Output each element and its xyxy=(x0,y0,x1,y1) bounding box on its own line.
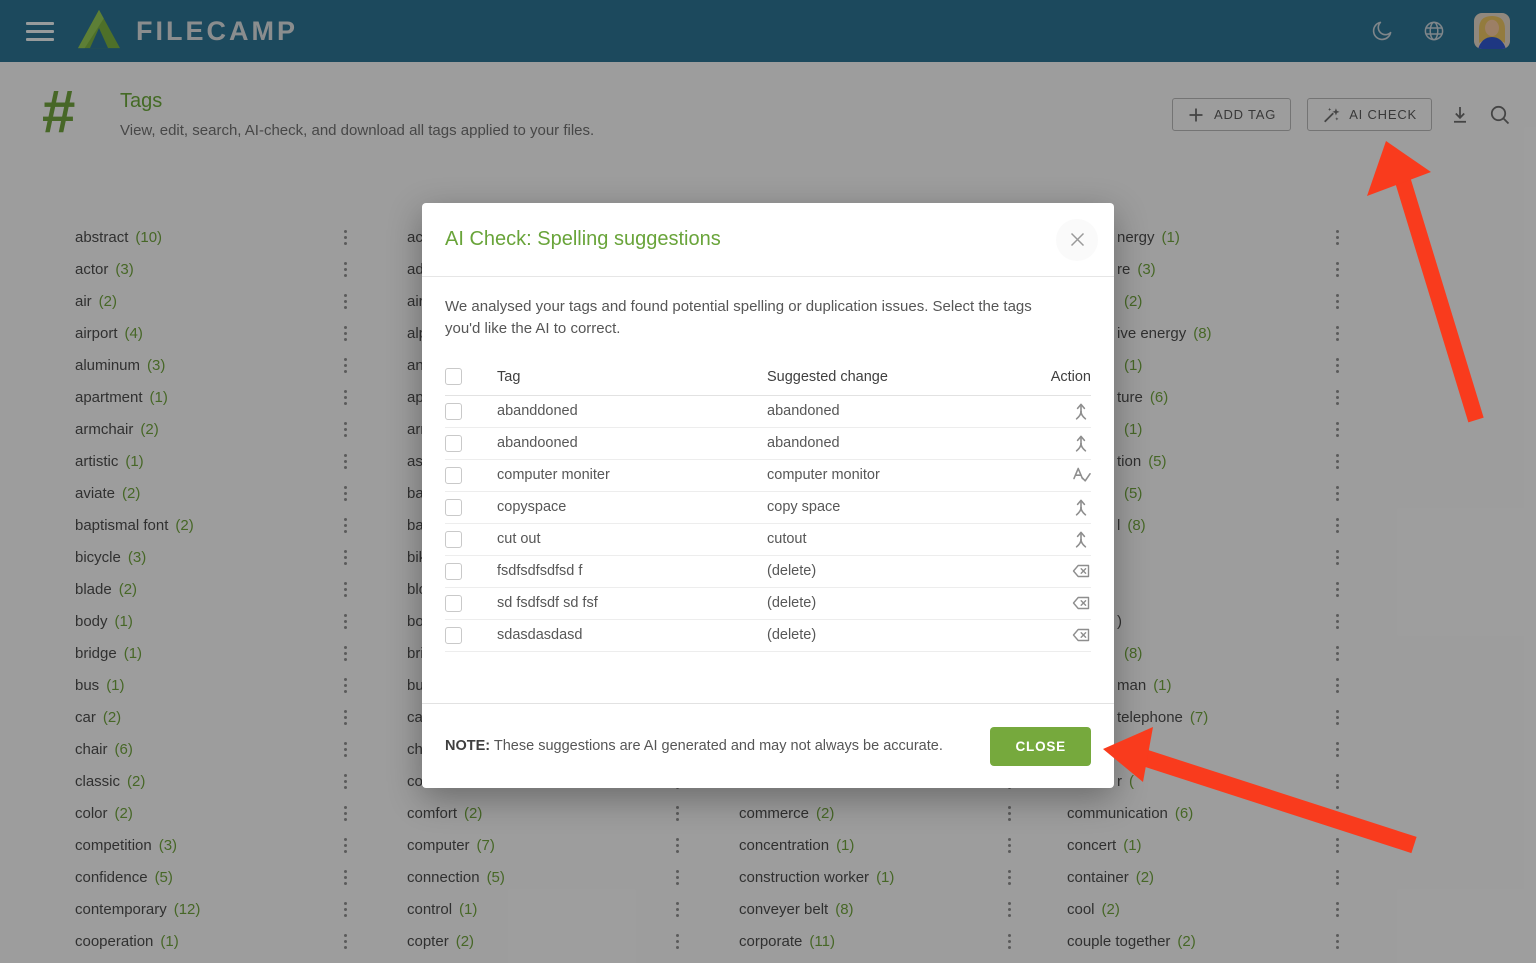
merge-icon[interactable] xyxy=(1051,497,1091,517)
suggestion-tag: sd fsdfsdf sd fsf xyxy=(497,595,767,611)
merge-icon[interactable] xyxy=(1051,401,1091,421)
close-button[interactable]: CLOSE xyxy=(990,727,1091,766)
suggestion-change: abandoned xyxy=(767,403,1051,419)
suggestion-tag: abandooned xyxy=(497,435,767,451)
modal-footer: NOTE: These suggestions are AI generated… xyxy=(422,703,1114,788)
suggestion-change: copy space xyxy=(767,499,1051,515)
backspace-icon[interactable] xyxy=(1051,561,1091,581)
suggestions-body: abanddoned abandoned abandooned abandone… xyxy=(445,396,1091,652)
modal-header: AI Check: Spelling suggestions xyxy=(422,203,1114,277)
suggestion-row: abanddoned abandoned xyxy=(445,396,1091,428)
row-checkbox[interactable] xyxy=(445,563,462,580)
suggestion-row: sd fsdfsdf sd fsf (delete) xyxy=(445,588,1091,620)
suggestion-change: (delete) xyxy=(767,563,1051,579)
suggestion-change: abandoned xyxy=(767,435,1051,451)
spellcheck-icon[interactable] xyxy=(1051,465,1091,485)
suggestion-tag: fsdfsdfsdfsd f xyxy=(497,563,767,579)
suggestions-table: Tag Suggested change Action abanddoned a… xyxy=(445,359,1091,652)
footer-note: NOTE: These suggestions are AI generated… xyxy=(445,738,943,754)
merge-icon[interactable] xyxy=(1051,433,1091,453)
row-checkbox[interactable] xyxy=(445,499,462,516)
row-checkbox[interactable] xyxy=(445,595,462,612)
column-header-tag: Tag xyxy=(497,369,767,385)
suggestion-row: copyspace copy space xyxy=(445,492,1091,524)
suggestion-row: cut out cutout xyxy=(445,524,1091,556)
ai-check-modal: AI Check: Spelling suggestions We analys… xyxy=(422,203,1114,788)
close-x-icon[interactable] xyxy=(1056,219,1098,261)
modal-description: We analysed your tags and found potentia… xyxy=(422,277,1094,344)
suggestion-change: computer monitor xyxy=(767,467,1051,483)
suggestion-row: sdasdasdasd (delete) xyxy=(445,620,1091,652)
row-checkbox[interactable] xyxy=(445,435,462,452)
table-header-row: Tag Suggested change Action xyxy=(445,359,1091,396)
row-checkbox[interactable] xyxy=(445,531,462,548)
row-checkbox[interactable] xyxy=(445,467,462,484)
suggestion-row: computer moniter computer monitor xyxy=(445,460,1091,492)
row-checkbox[interactable] xyxy=(445,627,462,644)
backspace-icon[interactable] xyxy=(1051,593,1091,613)
modal-title: AI Check: Spelling suggestions xyxy=(445,228,721,251)
suggestion-tag: abanddoned xyxy=(497,403,767,419)
suggestion-change: cutout xyxy=(767,531,1051,547)
suggestion-change: (delete) xyxy=(767,627,1051,643)
suggestion-row: fsdfsdfsdfsd f (delete) xyxy=(445,556,1091,588)
suggestion-tag: copyspace xyxy=(497,499,767,515)
suggestion-row: abandooned abandoned xyxy=(445,428,1091,460)
suggestion-tag: sdasdasdasd xyxy=(497,627,767,643)
merge-icon[interactable] xyxy=(1051,529,1091,549)
backspace-icon[interactable] xyxy=(1051,625,1091,645)
select-all-checkbox[interactable] xyxy=(445,368,462,385)
suggestion-tag: computer moniter xyxy=(497,467,767,483)
suggestion-change: (delete) xyxy=(767,595,1051,611)
suggestion-tag: cut out xyxy=(497,531,767,547)
column-header-suggested: Suggested change xyxy=(767,369,1051,385)
column-header-action: Action xyxy=(1051,369,1091,385)
row-checkbox[interactable] xyxy=(445,403,462,420)
